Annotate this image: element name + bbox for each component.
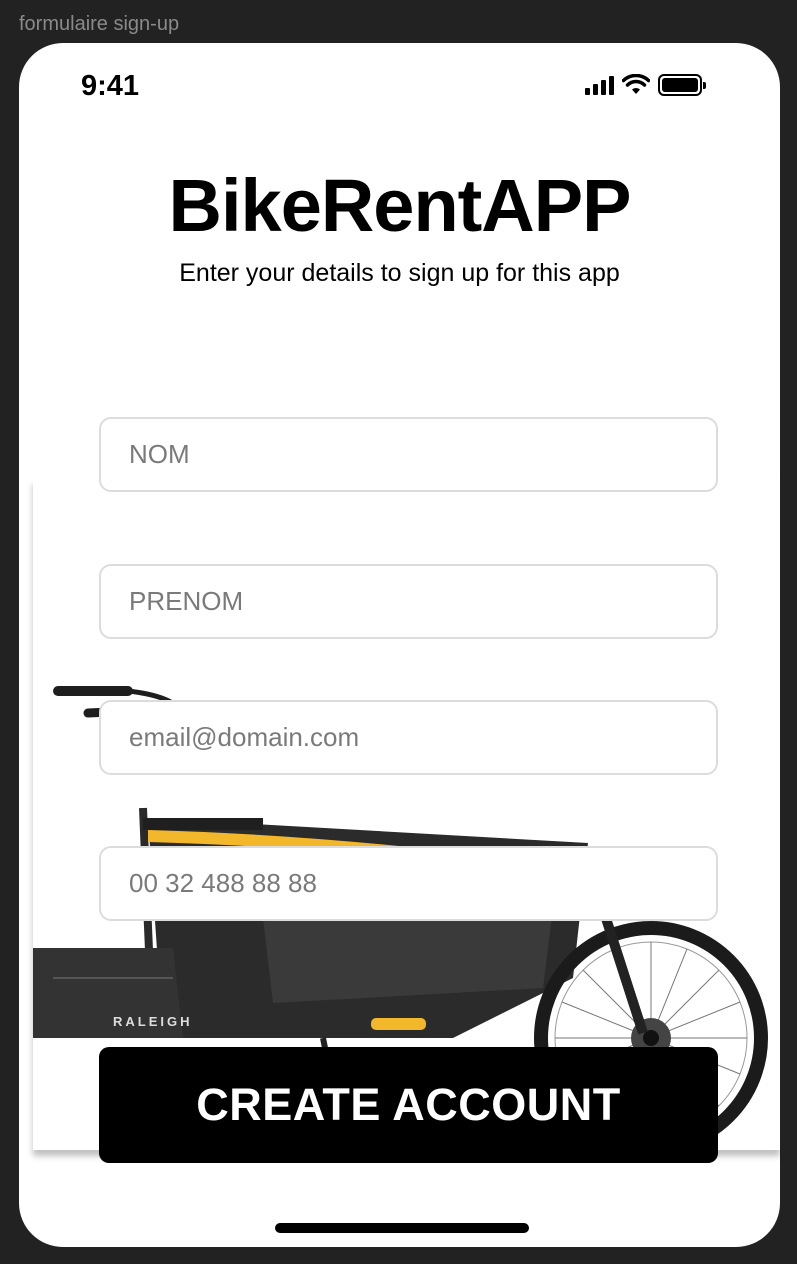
app-subtitle: Enter your details to sign up for this a… <box>179 259 620 287</box>
app-title: BikeRentAPP <box>168 164 632 247</box>
prenom-field[interactable] <box>99 564 718 639</box>
wifi-icon <box>622 74 650 94</box>
signal-icon <box>585 75 614 95</box>
status-icons <box>585 74 706 96</box>
frame-label: formulaire sign-up <box>19 13 180 35</box>
status-time: 9:41 <box>81 70 140 102</box>
email-field[interactable] <box>99 700 718 775</box>
nom-field[interactable] <box>99 417 718 492</box>
brand-text: RALEIGH <box>113 1014 193 1029</box>
phone-screen: 9:41 BikeRentAPP Enter your details to s… <box>19 43 780 1247</box>
home-indicator[interactable] <box>275 1223 529 1233</box>
status-bar: 9:41 <box>19 43 780 133</box>
create-account-button[interactable]: CREATE ACCOUNT <box>99 1047 718 1163</box>
phone-field[interactable] <box>99 846 718 921</box>
battery-icon <box>658 74 706 96</box>
